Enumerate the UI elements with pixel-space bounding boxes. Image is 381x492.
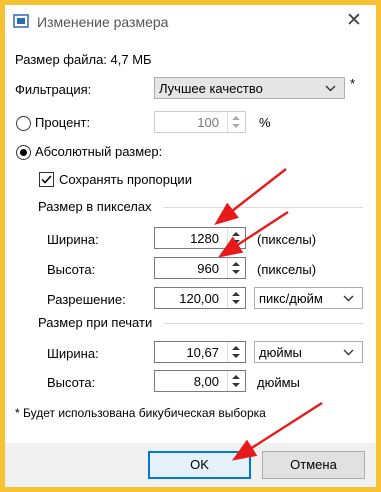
print-height-unit: дюймы xyxy=(257,375,300,390)
chevron-down-icon xyxy=(343,349,354,356)
absolute-label: Абсолютный размер: xyxy=(35,144,163,159)
chevron-down-icon xyxy=(325,85,336,92)
keep-proportions-label: Сохранять пропорции xyxy=(59,172,192,187)
pixel-width-unit: (пикселы) xyxy=(257,232,317,247)
percent-label: Процент: xyxy=(35,115,91,130)
ok-button[interactable]: OK xyxy=(148,451,251,479)
spin-arrows-icon[interactable] xyxy=(227,112,245,132)
window-title: Изменение размера xyxy=(37,14,169,30)
file-size-label: Размер файла: 4,7 МБ xyxy=(15,52,152,67)
checkmark-icon xyxy=(41,175,52,184)
print-height-spinner[interactable]: 8,00 xyxy=(154,370,246,392)
print-height-value: 8,00 xyxy=(193,374,219,389)
title-bar: Изменение размера ✕ xyxy=(5,5,376,39)
close-icon[interactable]: ✕ xyxy=(346,11,362,31)
pixel-width-value: 1280 xyxy=(190,231,219,246)
footnote: * Будет использована бикубическая выборк… xyxy=(15,406,266,420)
keep-proportions-checkbox[interactable] xyxy=(39,172,54,187)
filter-select[interactable]: Лучшее качество xyxy=(154,77,345,99)
resolution-spinner[interactable]: 120,00 xyxy=(154,287,246,309)
pixel-height-label: Высота: xyxy=(47,262,96,277)
percent-radio[interactable] xyxy=(16,116,31,131)
pixel-width-spinner[interactable]: 1280 xyxy=(154,227,246,249)
percent-value: 100 xyxy=(197,115,219,130)
print-unit-select[interactable]: дюймы xyxy=(254,341,363,363)
pixel-height-spinner[interactable]: 960 xyxy=(154,257,246,279)
print-width-label: Ширина: xyxy=(47,346,99,361)
print-width-unit: дюймы xyxy=(259,345,302,360)
resize-dialog: Изменение размера ✕ Размер файла: 4,7 МБ… xyxy=(5,5,376,487)
button-bar: OK Отмена xyxy=(5,443,376,487)
pixel-height-unit: (пикселы) xyxy=(257,262,317,277)
pixel-width-label: Ширина: xyxy=(47,232,99,247)
resolution-label: Разрешение: xyxy=(47,292,126,307)
spin-arrows-icon[interactable] xyxy=(227,258,245,278)
percent-spinner[interactable]: 100 xyxy=(154,111,246,133)
spin-arrows-icon[interactable] xyxy=(227,228,245,248)
pixel-group-title: Размер в пикселах xyxy=(38,199,152,214)
print-width-spinner[interactable]: 10,67 xyxy=(154,341,246,363)
print-width-value: 10,67 xyxy=(186,345,219,360)
group-divider xyxy=(163,207,363,208)
percent-unit: % xyxy=(259,115,271,130)
spin-arrows-icon[interactable] xyxy=(227,288,245,308)
absolute-radio[interactable] xyxy=(16,145,31,160)
spin-arrows-icon[interactable] xyxy=(227,342,245,362)
spin-arrows-icon[interactable] xyxy=(227,371,245,391)
resolution-unit-select[interactable]: пикс/дюйм xyxy=(254,287,363,309)
resolution-unit-value: пикс/дюйм xyxy=(259,291,323,306)
resize-image-icon xyxy=(13,14,29,28)
cancel-button[interactable]: Отмена xyxy=(262,451,365,479)
group-divider xyxy=(163,323,363,324)
filter-select-value: Лучшее качество xyxy=(159,81,263,96)
filter-asterisk: * xyxy=(350,76,356,91)
chevron-down-icon xyxy=(343,295,354,302)
pixel-height-value: 960 xyxy=(197,261,219,276)
print-group-title: Размер при печати xyxy=(38,315,153,330)
resolution-value: 120,00 xyxy=(179,291,219,306)
print-height-label: Высота: xyxy=(47,375,96,390)
filter-label: Фильтрация: xyxy=(15,82,92,97)
